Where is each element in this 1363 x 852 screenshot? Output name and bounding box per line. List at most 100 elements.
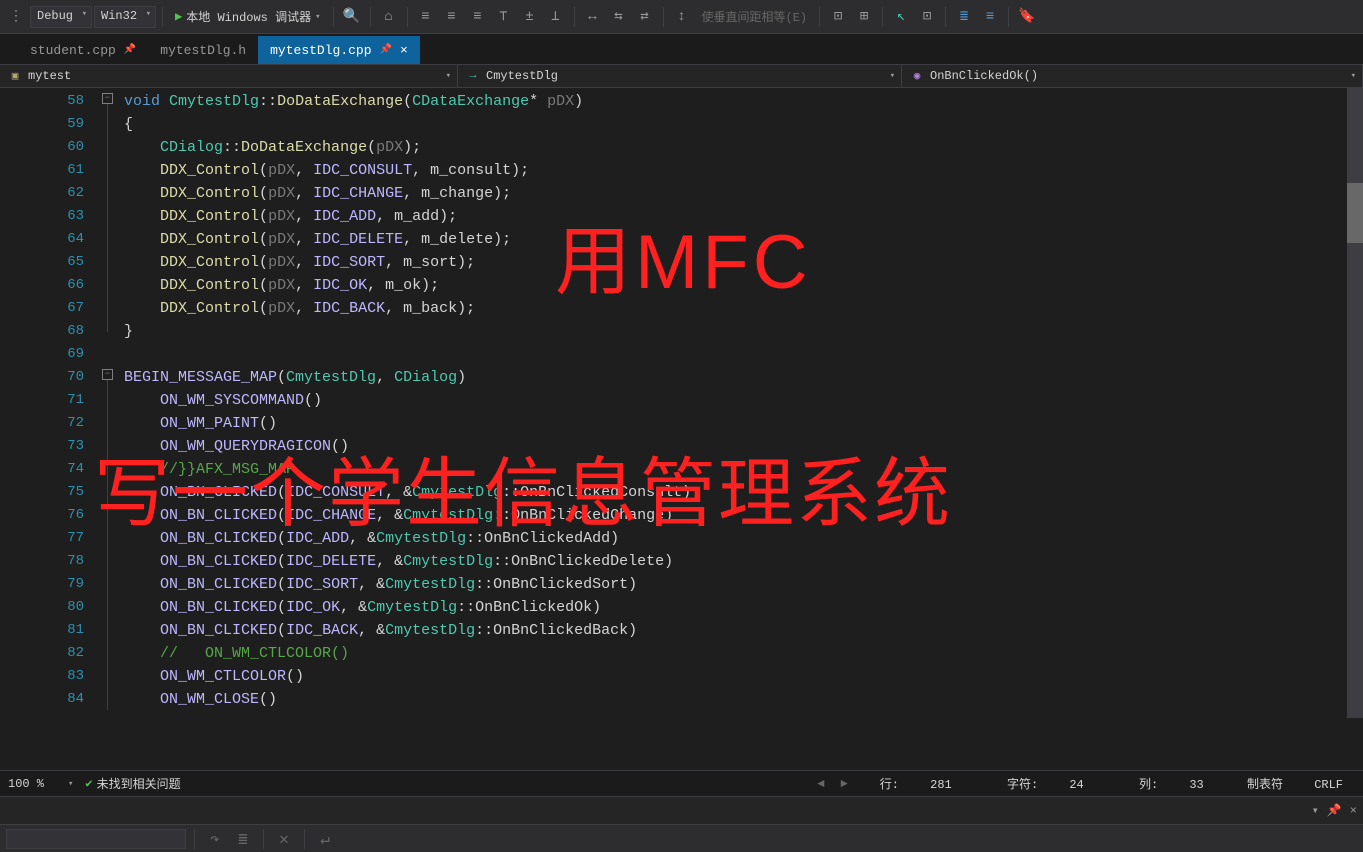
spacing-icon[interactable]: ↔	[581, 5, 605, 29]
align-icon[interactable]: ⊥	[544, 5, 568, 29]
spacing-icon[interactable]: ↕	[670, 5, 694, 29]
code-line[interactable]: ON_BN_CLICKED(IDC_CONSULT, &CmytestDlg::…	[124, 481, 1363, 504]
line-number: 60	[0, 136, 84, 159]
issues-status[interactable]: ✔ 未找到相关问题	[85, 775, 180, 792]
chevron-down-icon: ▾	[315, 12, 320, 22]
code-line[interactable]: DDX_Control(pDX, IDC_ADD, m_add);	[124, 205, 1363, 228]
line-number: 67	[0, 297, 84, 320]
layout-icon[interactable]: ⊞	[852, 5, 876, 29]
code-content[interactable]: void CmytestDlg::DoDataExchange(CDataExc…	[102, 88, 1363, 770]
line-number: 73	[0, 435, 84, 458]
pin-icon[interactable]: 📌	[124, 44, 136, 56]
layout-icon[interactable]: ⊡	[915, 5, 939, 29]
cursor-icon[interactable]: ↖	[889, 5, 913, 29]
line-number: 82	[0, 642, 84, 665]
code-line[interactable]: DDX_Control(pDX, IDC_CHANGE, m_change);	[124, 182, 1363, 205]
close-icon[interactable]: ×	[400, 43, 408, 58]
pin-icon[interactable]: 📌	[1327, 803, 1342, 818]
dropdown-icon[interactable]: ▾	[1312, 803, 1319, 818]
line-number: 64	[0, 228, 84, 251]
close-icon[interactable]: ×	[1350, 804, 1357, 818]
code-line[interactable]: ON_WM_QUERYDRAGICON()	[124, 435, 1363, 458]
code-line[interactable]: ON_BN_CLICKED(IDC_BACK, &CmytestDlg::OnB…	[124, 619, 1363, 642]
function-selector[interactable]: ◉ OnBnClickedOk()	[902, 65, 1363, 87]
code-line[interactable]: DDX_Control(pDX, IDC_BACK, m_back);	[124, 297, 1363, 320]
separator	[882, 7, 883, 27]
code-line[interactable]: ON_BN_CLICKED(IDC_DELETE, &CmytestDlg::O…	[124, 550, 1363, 573]
line-number: 79	[0, 573, 84, 596]
align-icon[interactable]: ⊤	[492, 5, 516, 29]
chevron-down-icon[interactable]: ▾	[68, 779, 73, 789]
spacing-icon[interactable]: ⇄	[633, 5, 657, 29]
code-line[interactable]: DDX_Control(pDX, IDC_DELETE, m_delete);	[124, 228, 1363, 251]
code-line[interactable]: }	[124, 320, 1363, 343]
line-number: 78	[0, 550, 84, 573]
zoom-level[interactable]: 100 %	[8, 777, 68, 791]
align-icon[interactable]: ≡	[414, 5, 438, 29]
clear-icon[interactable]: ✕	[272, 828, 296, 850]
align-icon[interactable]: ≡	[466, 5, 490, 29]
code-line[interactable]: ON_WM_CTLCOLOR()	[124, 665, 1363, 688]
line-number: 61	[0, 159, 84, 182]
tab-mytestdlg-cpp[interactable]: mytestDlg.cpp 📌 ×	[258, 36, 420, 64]
code-line[interactable]: ON_BN_CLICKED(IDC_CHANGE, &CmytestDlg::O…	[124, 504, 1363, 527]
separator	[370, 7, 371, 27]
spacing-icon[interactable]: ⇆	[607, 5, 631, 29]
code-line[interactable]: {	[124, 113, 1363, 136]
code-line[interactable]: ON_WM_PAINT()	[124, 412, 1363, 435]
layout-icon[interactable]: ⊡	[826, 5, 850, 29]
step-icon[interactable]: ≣	[231, 828, 255, 850]
tool-icon-1[interactable]: 🔍	[340, 5, 364, 29]
code-line[interactable]: DDX_Control(pDX, IDC_SORT, m_sort);	[124, 251, 1363, 274]
config-combo[interactable]: Debug	[30, 6, 92, 28]
line-number: 63	[0, 205, 84, 228]
code-line[interactable]: //}}AFX_MSG_MAP	[124, 458, 1363, 481]
line-number: 69	[0, 343, 84, 366]
code-line[interactable]: ON_BN_CLICKED(IDC_ADD, &CmytestDlg::OnBn…	[124, 527, 1363, 550]
code-editor[interactable]: 5859606162636465666768697071727374757677…	[0, 88, 1363, 770]
issues-text: 未找到相关问题	[97, 775, 181, 792]
wrap-icon[interactable]: ↵	[313, 828, 337, 850]
list-icon[interactable]: ≣	[952, 5, 976, 29]
list-icon[interactable]: ≡	[978, 5, 1002, 29]
line-number: 77	[0, 527, 84, 550]
dropdown-icon[interactable]: ⋮	[4, 5, 28, 29]
code-line[interactable]: DDX_Control(pDX, IDC_OK, m_ok);	[124, 274, 1363, 297]
tab-student-cpp[interactable]: student.cpp 📌	[18, 36, 148, 64]
separator	[333, 7, 334, 27]
step-icon[interactable]: ↷	[203, 828, 227, 850]
code-line[interactable]: // ON_WM_CTLCOLOR()	[124, 642, 1363, 665]
vertical-scrollbar[interactable]	[1347, 88, 1363, 718]
line-number: 59	[0, 113, 84, 136]
scroll-left-icon[interactable]: ◄	[817, 777, 824, 791]
code-line[interactable]: ON_WM_CLOSE()	[124, 688, 1363, 711]
code-line[interactable]: BEGIN_MESSAGE_MAP(CmytestDlg, CDialog)	[124, 366, 1363, 389]
tool-icon-2[interactable]: ⌂	[377, 5, 401, 29]
run-button[interactable]: ▶ 本地 Windows 调试器 ▾	[169, 8, 326, 25]
code-line[interactable]: void CmytestDlg::DoDataExchange(CDataExc…	[124, 90, 1363, 113]
class-selector[interactable]: → CmytestDlg	[458, 65, 902, 87]
code-line[interactable]: ON_WM_SYSCOMMAND()	[124, 389, 1363, 412]
output-selector[interactable]	[6, 829, 186, 849]
code-line[interactable]	[124, 343, 1363, 366]
project-selector[interactable]: ▣ mytest	[0, 65, 458, 87]
align-icon[interactable]: ±	[518, 5, 542, 29]
scroll-right-icon[interactable]: ►	[841, 777, 848, 791]
code-line[interactable]: ON_BN_CLICKED(IDC_SORT, &CmytestDlg::OnB…	[124, 573, 1363, 596]
separator	[162, 7, 163, 27]
scrollbar-thumb[interactable]	[1347, 183, 1363, 243]
code-line[interactable]: CDialog::DoDataExchange(pDX);	[124, 136, 1363, 159]
code-line[interactable]: ON_BN_CLICKED(IDC_OK, &CmytestDlg::OnBnC…	[124, 596, 1363, 619]
align-icon[interactable]: ≡	[440, 5, 464, 29]
line-number: 84	[0, 688, 84, 711]
line-number: 76	[0, 504, 84, 527]
main-toolbar: ⋮ Debug Win32 ▶ 本地 Windows 调试器 ▾ 🔍 ⌂ ≡ ≡…	[0, 0, 1363, 34]
file-tabs: student.cpp 📌 mytestDlg.h mytestDlg.cpp …	[0, 34, 1363, 64]
platform-combo[interactable]: Win32	[94, 6, 156, 28]
tab-label: mytestDlg.h	[160, 43, 246, 58]
tab-mytestdlg-h[interactable]: mytestDlg.h	[148, 36, 258, 64]
bookmark-icon[interactable]: 🔖	[1015, 5, 1039, 29]
pin-icon[interactable]: 📌	[380, 44, 392, 56]
separator	[663, 7, 664, 27]
code-line[interactable]: DDX_Control(pDX, IDC_CONSULT, m_consult)…	[124, 159, 1363, 182]
